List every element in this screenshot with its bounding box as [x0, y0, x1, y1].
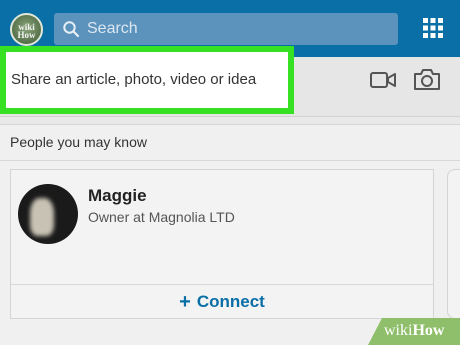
section-divider — [0, 160, 460, 161]
camera-icon[interactable] — [413, 67, 441, 91]
search-icon — [63, 21, 80, 38]
next-person-card-edge[interactable] — [447, 169, 460, 319]
connect-label: Connect — [196, 292, 265, 311]
connect-button[interactable]: + Connect — [11, 285, 433, 319]
person-avatar[interactable] — [18, 184, 78, 244]
avatar-logo-text: wiki How — [17, 22, 36, 40]
person-headline: Owner at Magnolia LTD — [88, 209, 235, 225]
person-photo — [30, 198, 54, 236]
watermark-logo: wikiHow — [384, 322, 445, 339]
search-placeholder: Search — [87, 20, 138, 37]
grid-icon[interactable] — [423, 18, 443, 38]
share-prompt[interactable]: Share an article, photo, video or idea — [11, 70, 256, 90]
profile-avatar[interactable]: wiki How — [10, 13, 43, 46]
search-input[interactable]: Search — [54, 13, 398, 45]
section-title: People you may know — [10, 134, 147, 150]
plus-icon: + — [179, 291, 191, 313]
person-name[interactable]: Maggie — [88, 186, 147, 206]
video-camera-icon[interactable] — [370, 71, 396, 89]
